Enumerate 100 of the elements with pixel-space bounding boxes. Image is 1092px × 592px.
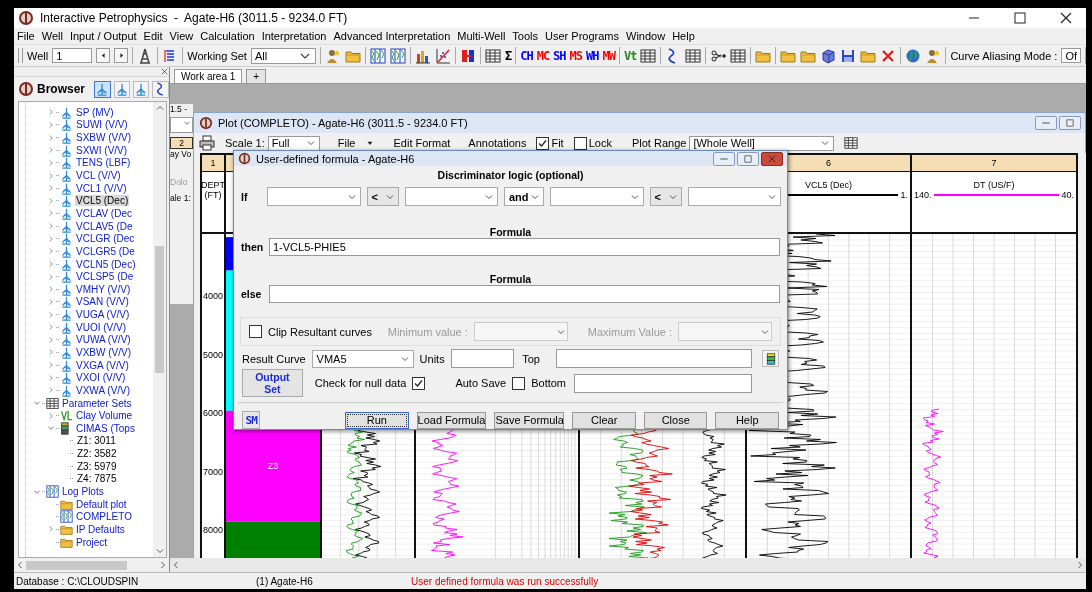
menu-item[interactable]: Well (41, 30, 63, 42)
cross-icon[interactable] (880, 47, 897, 64)
dialog-button[interactable]: Help (715, 411, 779, 429)
dialog-button[interactable]: Run (345, 411, 409, 429)
view-button[interactable] (152, 80, 169, 98)
menu-item[interactable]: Help (672, 30, 695, 42)
tree-item[interactable]: VCLGR5 (De (75, 245, 136, 257)
menu-item[interactable]: Tools (512, 30, 539, 42)
tree-item[interactable]: VCLAV5 (De (75, 220, 134, 232)
tree-item[interactable]: VMHY (V/V) (75, 283, 132, 295)
track-icon[interactable] (389, 47, 406, 64)
crossplot-icon[interactable] (434, 47, 451, 64)
curve-dropdown[interactable] (267, 187, 361, 207)
tab[interactable]: Work area 1 (174, 69, 243, 83)
tree-item[interactable]: VCL (V/V) (75, 170, 122, 181)
tree-item[interactable]: Z1: 3011 (76, 435, 117, 447)
toolbar-button[interactable]: Vt (623, 48, 637, 63)
arrow-button[interactable] (96, 48, 111, 63)
scale-dropdown[interactable]: Full (267, 135, 320, 151)
tab[interactable]: + (246, 69, 267, 83)
tree-item[interactable]: CIMAS (Tops (75, 422, 136, 434)
menu-item[interactable]: User Programs (545, 30, 619, 42)
grid-icon[interactable] (484, 47, 501, 64)
dialog-button[interactable]: Save Formula (494, 411, 565, 429)
menu-item[interactable]: Edit Format (393, 137, 451, 149)
result-dropdown[interactable]: VMA5 (311, 349, 414, 368)
restore-button[interactable] (1059, 116, 1081, 130)
tree-item[interactable]: Clay Volume (75, 410, 134, 422)
operator-dropdown[interactable]: < (366, 187, 399, 207)
tree-item[interactable]: VXWA (V/V) (75, 384, 132, 396)
toolbar-button[interactable]: MC (536, 48, 550, 63)
top-field[interactable] (556, 349, 752, 368)
tree-item[interactable]: IP Defaults (75, 523, 126, 535)
minimize-button[interactable] (713, 151, 735, 166)
tree-item[interactable]: TENS (LBF) (75, 157, 132, 169)
tree-item[interactable]: VSAN (V/V) (75, 296, 130, 308)
tree-item[interactable]: SP (MV) (75, 106, 115, 118)
tree-item[interactable]: SUWI (V/V) (75, 119, 129, 131)
sm-button[interactable]: SM (242, 411, 261, 429)
dropdown[interactable] (678, 322, 772, 342)
menu-item[interactable]: Input / Output (69, 30, 137, 42)
checkbox[interactable] (412, 376, 426, 390)
scissors-icon[interactable] (710, 47, 727, 64)
operator-dropdown[interactable]: < (649, 187, 682, 207)
range-dropdown[interactable]: [Whole Well] (689, 135, 835, 151)
tree-item[interactable]: SXBW (V/V) (75, 132, 132, 144)
tree-item[interactable]: VCLAV (Dec (75, 207, 133, 219)
dropdown[interactable] (170, 117, 193, 133)
toolbar-button[interactable]: Σ (504, 48, 512, 63)
curve-dropdown[interactable] (687, 187, 781, 207)
close-button[interactable] (761, 151, 783, 166)
menu-item[interactable]: Multi-Well (457, 30, 506, 42)
printer-icon[interactable] (199, 135, 215, 151)
flag-icon[interactable] (459, 47, 476, 64)
tree-item[interactable]: Default plot (75, 498, 128, 510)
scrollbar-thumb[interactable] (155, 246, 164, 373)
menu-item[interactable]: File (17, 30, 35, 42)
tree-item[interactable]: VXBW (V/V) (75, 347, 132, 358)
output-set-button[interactable]: Output Set (242, 369, 303, 397)
arrow-button[interactable] (114, 48, 129, 63)
dropdown[interactable]: All (250, 47, 316, 64)
checkbox[interactable] (536, 136, 550, 150)
dropdown[interactable] (473, 322, 568, 342)
bottom-field[interactable] (574, 373, 752, 393)
formula-field[interactable]: 1-VCL5-PHIE5 (269, 238, 780, 257)
input-field[interactable]: Of (1061, 48, 1081, 63)
tree-item[interactable]: VCLSP5 (De (75, 271, 135, 283)
checkbox[interactable] (249, 325, 262, 339)
toolbar-button[interactable]: SH (553, 48, 566, 63)
close-icon[interactable] (1058, 10, 1074, 26)
grid-icon[interactable] (844, 136, 859, 150)
grid-icon[interactable] (685, 47, 702, 64)
toolbar-button[interactable]: CH (520, 48, 533, 63)
zones-button[interactable] (762, 350, 779, 367)
dialog-button[interactable]: Load Formula (416, 411, 487, 429)
toolbar-button[interactable]: WH (586, 48, 599, 63)
curve-dropdown[interactable] (550, 187, 644, 207)
checkbox[interactable] (573, 136, 587, 150)
maximize-icon[interactable] (1012, 10, 1028, 26)
tree-item[interactable]: Log Plots (61, 486, 105, 498)
menu-item[interactable]: Interpretation (261, 30, 327, 42)
tree-item[interactable]: VCL5 (Dec) (75, 195, 130, 207)
curve-dropdown[interactable] (404, 187, 498, 207)
checkbox[interactable] (512, 376, 526, 390)
person-icon[interactable] (925, 47, 942, 64)
tree-item[interactable]: Z2: 3582 (76, 448, 118, 460)
grid-icon[interactable] (640, 47, 657, 64)
menu-item[interactable]: Calculation (200, 30, 255, 42)
scrollbar-thumb[interactable] (26, 560, 127, 570)
cube-icon[interactable] (820, 47, 837, 64)
tree-item[interactable]: COMPLETO (75, 511, 133, 523)
menu-item[interactable]: View (169, 30, 194, 42)
tree-item[interactable]: Project (75, 536, 109, 548)
tree-item[interactable]: VCLN5 (Dec) (75, 258, 137, 270)
toolbar-button[interactable]: MW (602, 48, 615, 63)
tree-item[interactable]: SXWI (V/V) (75, 144, 129, 156)
tree-item[interactable]: VCLGR (Dec (75, 233, 136, 245)
tree-item[interactable]: VXOI (V/V) (75, 372, 127, 384)
tree-item[interactable]: VUOI (V/V) (75, 321, 127, 333)
input-field[interactable]: 1 (52, 48, 93, 63)
